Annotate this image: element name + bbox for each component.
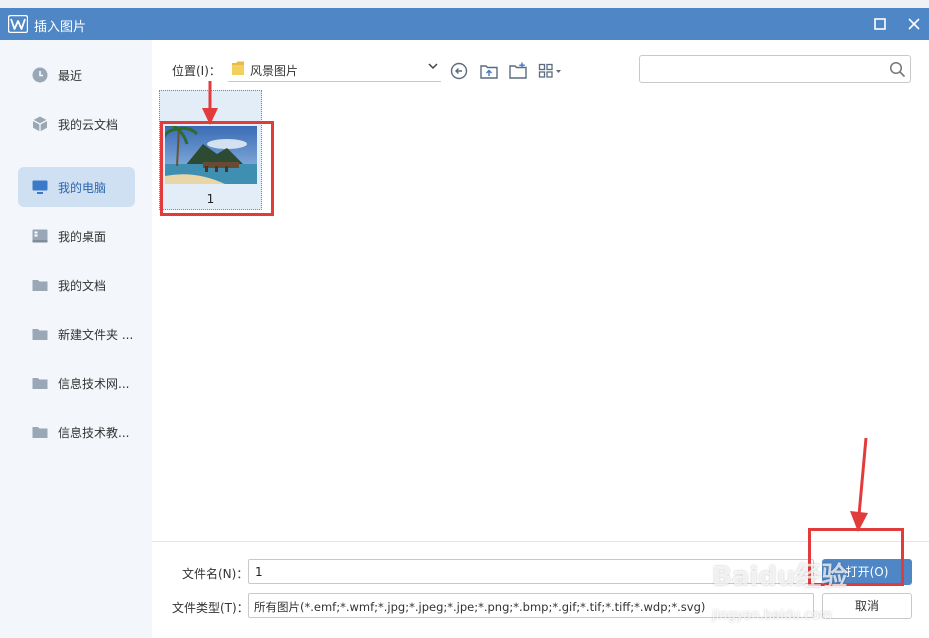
- title-bar: 插入图片: [0, 0, 929, 40]
- annotation-box: [808, 528, 904, 586]
- maximize-button[interactable]: [870, 14, 890, 34]
- sidebar-item-label: 我的电脑: [58, 180, 107, 195]
- new-folder-icon[interactable]: [508, 61, 528, 81]
- sidebar-item-label: 信息技术网...: [58, 376, 130, 391]
- monitor-icon: [32, 180, 48, 194]
- close-button[interactable]: [904, 14, 924, 34]
- sidebar-item-label: 我的桌面: [58, 229, 107, 244]
- cloud-cube-icon: [32, 116, 48, 132]
- sidebar-item-recent[interactable]: 最近: [18, 55, 135, 95]
- annotation-arrow-down-icon: [202, 81, 218, 125]
- sidebar-item-label: 我的云文档: [58, 117, 119, 132]
- sidebar-item-my-desktop[interactable]: 我的桌面: [18, 216, 135, 256]
- sidebar-item-my-documents[interactable]: 我的文档: [18, 265, 135, 305]
- view-mode-icon[interactable]: [538, 61, 564, 81]
- sidebar-item-it-network[interactable]: 信息技术网...: [18, 363, 135, 403]
- filename-input[interactable]: [248, 559, 814, 584]
- insert-picture-dialog: 插入图片 最近 我的云文档 我的电脑 我的桌面 我的文档 新建文件夹 ... 信…: [0, 0, 929, 638]
- sidebar-item-label: 我的文档: [58, 278, 107, 293]
- filetype-select[interactable]: 所有图片(*.emf;*.wmf;*.jpg;*.jpeg;*.jpe;*.pn…: [248, 593, 814, 618]
- sidebar-item-my-computer[interactable]: 我的电脑: [18, 167, 135, 207]
- sidebar-item-it-teaching[interactable]: 信息技术教...: [18, 412, 135, 452]
- annotation-box: [160, 121, 274, 216]
- location-label: 位置(I)：: [172, 64, 221, 78]
- maximize-icon: [874, 18, 886, 30]
- chevron-down-icon: [428, 63, 438, 70]
- sidebar: 最近 我的云文档 我的电脑 我的桌面 我的文档 新建文件夹 ... 信息技术网.…: [0, 40, 152, 638]
- wps-logo-icon: [8, 15, 28, 33]
- clock-icon: [32, 67, 48, 83]
- back-icon[interactable]: [449, 61, 469, 81]
- location-dropdown[interactable]: 风景图片: [228, 57, 441, 82]
- folder-icon: [32, 378, 48, 389]
- search-icon: [889, 61, 906, 78]
- top-strip: [0, 0, 929, 8]
- sidebar-item-new-folder[interactable]: 新建文件夹 ...: [18, 314, 135, 354]
- location-value: 风景图片: [250, 64, 299, 78]
- up-folder-icon[interactable]: [479, 61, 499, 81]
- folder-icon: [32, 427, 48, 438]
- sidebar-item-cloud-docs[interactable]: 我的云文档: [18, 104, 135, 144]
- folder-icon: [32, 329, 48, 340]
- filetype-label: 文件类型(T)：: [172, 601, 249, 615]
- close-icon: [908, 18, 920, 30]
- window-title: 插入图片: [34, 20, 87, 35]
- annotation-arrow-down-icon: [850, 437, 868, 532]
- sidebar-item-label: 新建文件夹 ...: [58, 327, 134, 342]
- desktop-icon: [32, 229, 48, 243]
- sidebar-item-label: 信息技术教...: [58, 425, 130, 440]
- search-input[interactable]: [639, 55, 911, 83]
- folder-icon: [232, 61, 244, 75]
- filetype-value: 所有图片(*.emf;*.wmf;*.jpg;*.jpeg;*.jpe;*.pn…: [254, 600, 706, 614]
- filename-label: 文件名(N)：: [182, 567, 249, 581]
- sidebar-item-label: 最近: [58, 68, 83, 83]
- folder-icon: [32, 280, 48, 291]
- cancel-button[interactable]: 取消: [822, 593, 912, 619]
